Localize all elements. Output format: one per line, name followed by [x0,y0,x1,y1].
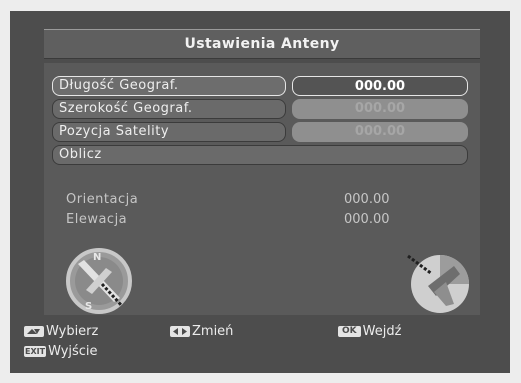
enter-label: Wejdź [362,323,402,339]
change-hint: Zmień [170,323,233,339]
longitude-label: Długość Geograf. [59,78,179,93]
ok-key-badge: OK [338,325,361,337]
longitude-row[interactable]: Długość Geograf. 000.00 [52,76,472,96]
calculate-button[interactable]: Oblicz [52,145,472,165]
satellite-position-label: Pozycja Satelity [59,124,170,139]
compass-south-label: S [85,301,92,312]
compass-icon: N S [66,248,132,314]
select-label: Wybierz [46,323,99,339]
enter-hint: OK Wejdź [338,323,401,339]
latitude-value[interactable]: 000.00 [292,99,468,119]
tv-screen: Ustawienia Anteny Długość Geograf. 000.0… [10,11,510,373]
calculate-button-box [52,145,468,165]
satellite-position-row[interactable]: Pozycja Satelity 000.00 [52,122,472,142]
page-title: Ustawienia Anteny [44,29,480,59]
change-label: Zmień [192,323,234,339]
exit-hint: EXIT Wyjście [24,343,98,359]
up-down-arrows-icon [24,325,44,337]
exit-label: Wyjście [48,343,98,359]
compass-north-label: N [93,252,101,263]
satellite-dish-icon [407,254,469,313]
calculate-label: Oblicz [59,147,102,162]
elevation-label: Elewacja [66,212,128,227]
latitude-label: Szerokość Geograf. [59,101,193,116]
orientation-value: 000.00 [344,192,390,207]
elevation-value: 000.00 [344,212,390,227]
orientation-label: Orientacja [66,192,139,207]
antenna-settings-panel: Długość Geograf. 000.00 Szerokość Geogra… [44,63,480,315]
exit-key-badge: EXIT [24,345,47,357]
left-right-arrows-icon [170,325,190,337]
longitude-value[interactable]: 000.00 [292,76,468,96]
select-hint: Wybierz [24,323,98,339]
key-hints-footer: Wybierz Zmień OK Wejdź EXIT Wyjście [24,323,494,367]
satellite-position-value[interactable]: 000.00 [292,122,468,142]
latitude-row[interactable]: Szerokość Geograf. 000.00 [52,99,472,119]
